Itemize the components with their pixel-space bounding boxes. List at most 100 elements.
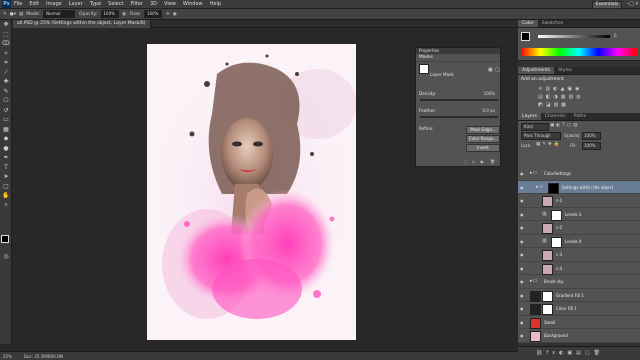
- vector-mask-icon[interactable]: ▢: [495, 67, 500, 73]
- feather-slider[interactable]: [420, 116, 498, 118]
- eraser-tool-icon[interactable]: ▭: [0, 115, 12, 125]
- folder-icon[interactable]: ▸▭: [530, 278, 537, 284]
- layer-mask-thumbnail[interactable]: [542, 304, 553, 315]
- layer-row[interactable]: ◉ Color Fill 1: [518, 302, 640, 316]
- density-slider[interactable]: [420, 99, 498, 101]
- layer-mask-thumbnail[interactable]: [548, 182, 559, 194]
- layer-name[interactable]: ColorSettings: [544, 171, 571, 176]
- layer-opacity-field[interactable]: 100%: [582, 132, 601, 140]
- flow-field[interactable]: 100%: [144, 10, 162, 18]
- layer-name[interactable]: Settings within the object: [562, 185, 613, 190]
- foreground-color-swatch[interactable]: [1, 235, 9, 243]
- marquee-tool-icon[interactable]: ⬚: [0, 30, 12, 40]
- visibility-eye-icon[interactable]: ◉: [520, 293, 524, 298]
- visibility-eye-icon[interactable]: ◉: [520, 252, 524, 257]
- maximize-icon[interactable]: □: [629, 1, 634, 7]
- visibility-eye-icon[interactable]: ◉: [520, 212, 524, 217]
- layer-row[interactable]: ◉ ▸▭ Settings within the object: [518, 180, 640, 194]
- document-canvas[interactable]: [147, 44, 356, 340]
- layer-row[interactable]: ◉ ▥ Levels 3: [518, 207, 640, 221]
- brush-panel-icon[interactable]: ▤: [19, 12, 23, 17]
- menu-file[interactable]: File: [14, 1, 22, 7]
- healing-tool-icon[interactable]: ✚: [0, 77, 12, 87]
- type-tool-icon[interactable]: T: [0, 163, 12, 173]
- layer-row[interactable]: ◉ c-1: [518, 194, 640, 208]
- adjustment-icons-row-1[interactable]: ☀▥◐▲▣◉: [538, 86, 583, 92]
- delete-mask-icon[interactable]: 🗑: [490, 159, 495, 164]
- filter-icons[interactable]: ▣◐T▢▤: [550, 123, 579, 128]
- layer-name[interactable]: Small: [544, 320, 555, 325]
- layer-row[interactable]: ◉ Background: [518, 329, 640, 343]
- tab-color[interactable]: Color: [518, 20, 538, 27]
- workspace-switcher[interactable]: Essentials: [592, 1, 622, 9]
- menu-view[interactable]: View: [164, 1, 176, 7]
- document-tab[interactable]: all.PSD @ 25% (Settings within the objec…: [13, 20, 151, 28]
- clone-stamp-tool-icon[interactable]: ⎔: [0, 96, 12, 106]
- feather-value[interactable]: 0.0 px: [482, 108, 495, 113]
- layer-row[interactable]: ◉ c-4: [518, 261, 640, 275]
- lasso-tool-icon[interactable]: ↀ: [0, 39, 12, 49]
- pen-tool-icon[interactable]: ✒: [0, 153, 12, 163]
- opacity-field[interactable]: 100%: [100, 10, 119, 18]
- visibility-eye-icon[interactable]: ◉: [520, 185, 524, 190]
- layer-row[interactable]: ◉ ▸▭ Brush sky: [518, 275, 640, 289]
- menu-image[interactable]: Image: [46, 1, 62, 7]
- layer-name[interactable]: Background: [544, 333, 568, 338]
- adjustment-icons-row-3[interactable]: ◩◪▧▩: [538, 102, 569, 108]
- mode-select[interactable]: Normal: [43, 10, 76, 18]
- fill-field[interactable]: 100%: [582, 142, 601, 150]
- layer-name[interactable]: c-4: [556, 266, 562, 271]
- layer-name[interactable]: c-2: [556, 225, 562, 230]
- visibility-eye-icon[interactable]: ◉: [520, 171, 524, 176]
- layer-name[interactable]: Gradient Fill 1: [556, 293, 584, 298]
- menu-filter[interactable]: Filter: [131, 1, 143, 7]
- visibility-eye-icon[interactable]: ◉: [520, 320, 524, 325]
- layer-mask-thumbnail[interactable]: [419, 64, 429, 74]
- menu-help[interactable]: Help: [210, 1, 221, 7]
- menu-edit[interactable]: Edit: [29, 1, 39, 7]
- visibility-eye-icon[interactable]: ◉: [520, 279, 524, 284]
- blend-mode-select[interactable]: Pass Through: [521, 132, 561, 140]
- visibility-eye-icon[interactable]: ◉: [520, 266, 524, 271]
- folder-icon[interactable]: ▸▭: [536, 184, 543, 190]
- zoom-tool-icon[interactable]: ⌕: [0, 201, 12, 211]
- layer-row[interactable]: ◉ c-3: [518, 248, 640, 262]
- color-fg-swatch[interactable]: [521, 32, 530, 41]
- quick-select-tool-icon[interactable]: ✧: [0, 49, 12, 59]
- eyedropper-tool-icon[interactable]: ⁄: [0, 68, 12, 78]
- quick-mask-icon[interactable]: ◎: [0, 252, 12, 262]
- visibility-eye-icon[interactable]: ◉: [520, 198, 524, 203]
- mask-edge-button[interactable]: Mask Edge...: [466, 126, 500, 134]
- layer-row[interactable]: ◉ c-2: [518, 221, 640, 235]
- color-ramp[interactable]: [521, 48, 637, 56]
- layer-row[interactable]: ◉ Gradient Fill 1: [518, 288, 640, 302]
- layer-name[interactable]: Levels 4: [565, 239, 581, 244]
- visibility-eye-icon[interactable]: ◉: [520, 225, 524, 230]
- move-tool-icon[interactable]: ✥: [0, 20, 12, 30]
- layer-mask-thumbnail[interactable]: [551, 209, 562, 221]
- history-brush-tool-icon[interactable]: ↺: [0, 106, 12, 116]
- kind-filter[interactable]: Kind: [521, 123, 549, 131]
- load-selection-icon[interactable]: ⬚: [464, 159, 468, 164]
- layer-mask-thumbnail[interactable]: [551, 236, 562, 248]
- tab-layers[interactable]: Layers: [518, 113, 541, 120]
- visibility-eye-icon[interactable]: ◉: [520, 239, 524, 244]
- pixel-mask-icon[interactable]: ▣: [488, 67, 493, 73]
- k-slider[interactable]: [538, 35, 610, 38]
- color-range-button[interactable]: Color Range...: [466, 135, 500, 143]
- lock-icons[interactable]: ▦✎✥🔒: [536, 142, 561, 147]
- tab-swatches[interactable]: Swatches: [538, 20, 568, 27]
- apply-mask-icon[interactable]: ◇: [472, 159, 475, 164]
- shape-tool-icon[interactable]: ▢: [0, 182, 12, 192]
- layers-footer-icons[interactable]: ⛓fx◐▣▤▢🗑: [518, 346, 640, 360]
- zoom-level[interactable]: 25%: [3, 354, 12, 359]
- visibility-eye-icon[interactable]: ◉: [520, 333, 524, 338]
- tab-channels[interactable]: Channels: [541, 113, 570, 120]
- folder-icon[interactable]: ▸▭: [530, 170, 537, 176]
- brush-tool-icon[interactable]: ✎: [3, 12, 7, 17]
- layer-name[interactable]: Color Fill 1: [556, 306, 577, 311]
- layer-name[interactable]: Levels 3: [565, 212, 581, 217]
- brush-tool-icon[interactable]: ✎: [0, 87, 12, 97]
- tab-styles[interactable]: Styles: [554, 67, 576, 74]
- gradient-tool-icon[interactable]: ▦: [0, 125, 12, 135]
